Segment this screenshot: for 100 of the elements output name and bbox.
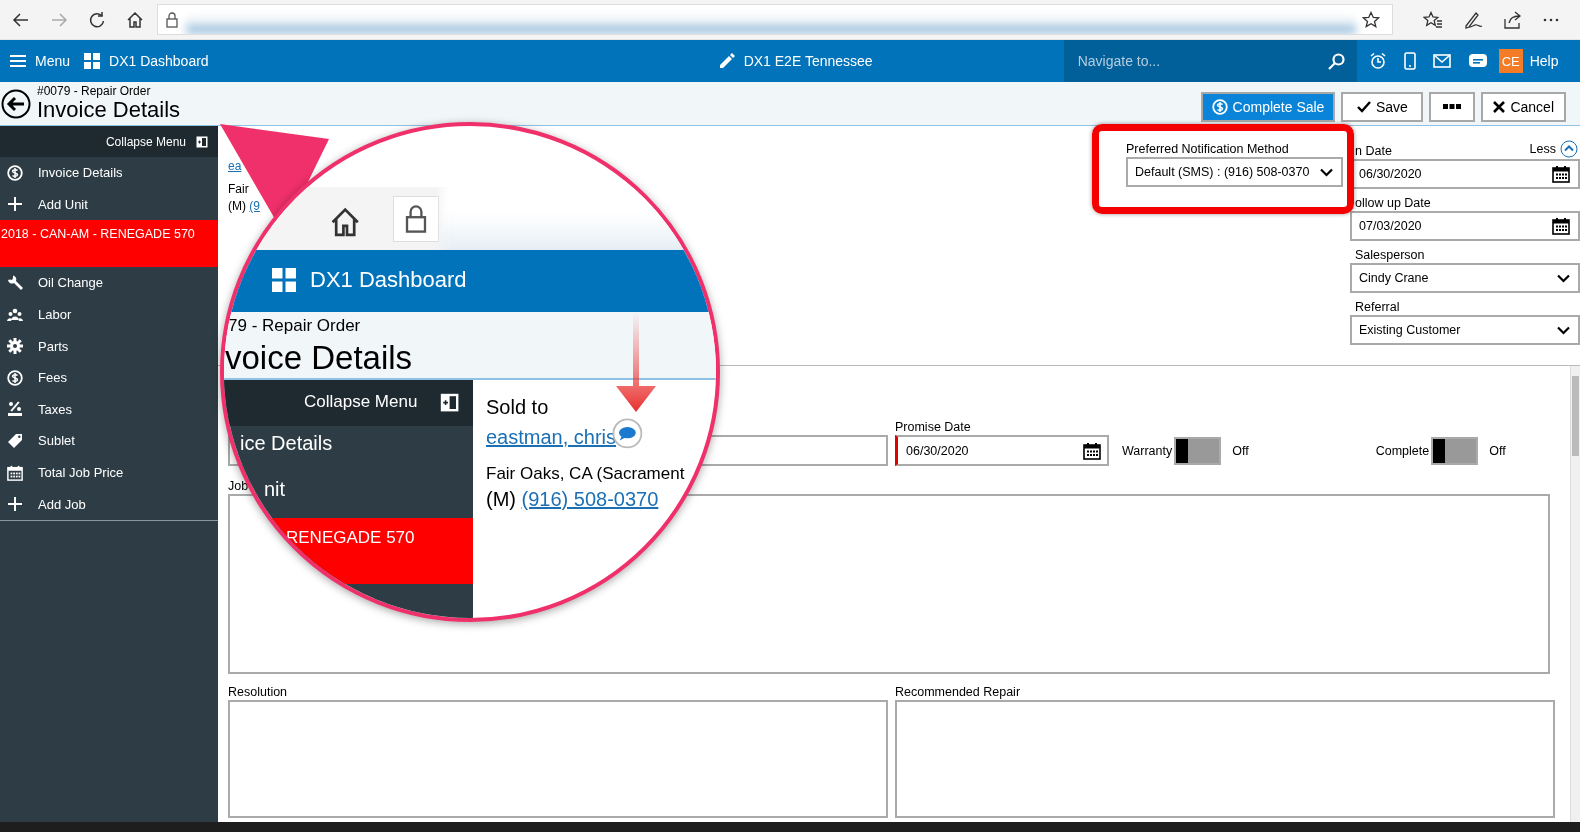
plus-icon <box>7 196 23 213</box>
phone-link[interactable]: (916) 508-0370 <box>521 488 659 510</box>
dropdown[interactable]: Existing Customer <box>1350 315 1580 345</box>
customer-city: Fair <box>228 182 249 196</box>
favorites-icon[interactable] <box>1423 10 1443 29</box>
chat-icon[interactable] <box>1467 53 1488 69</box>
percent-icon <box>7 401 23 418</box>
alarm-icon[interactable] <box>1368 52 1387 70</box>
toggle-label: Complete <box>1375 443 1430 458</box>
sidebar-item[interactable]: Labor <box>0 298 218 331</box>
field-label: Referral <box>1355 300 1400 314</box>
collapse-icon[interactable] <box>196 135 208 148</box>
tag-icon <box>7 432 23 449</box>
sidebar-item[interactable]: Parts <box>0 330 218 362</box>
customer-link[interactable]: ea <box>228 159 242 173</box>
scrollbar[interactable] <box>1570 366 1580 822</box>
complete-sale-button[interactable]: Complete Sale <box>1200 91 1336 122</box>
collapse-menu-bar[interactable]: Collapse Menu <box>0 126 218 157</box>
mail-icon[interactable] <box>1432 54 1451 68</box>
date-field[interactable]: 07/03/2020 <box>1350 211 1580 241</box>
toggle-switch[interactable] <box>1174 436 1222 465</box>
wrench-icon <box>7 275 23 291</box>
field-label: Recommended Repair <box>895 685 1021 699</box>
sidebar-item[interactable]: Fees <box>0 361 218 394</box>
customer-phone: (M) (916) 508-0370 <box>486 488 659 511</box>
record-subtitle: 79 - Repair Order <box>228 316 361 336</box>
field-label: Preferred Notification Method <box>1126 142 1289 156</box>
toggle-label: Warranty <box>1122 443 1173 458</box>
sold-to-label: Sold to <box>486 396 549 419</box>
back-icon[interactable] <box>1 88 31 119</box>
sidebar-item[interactable]: Total Job Price <box>0 456 218 489</box>
dollar-icon <box>1211 98 1228 115</box>
help-link[interactable]: Help <box>1529 53 1559 69</box>
chevron-icon <box>1557 325 1570 335</box>
location-name: DX1 E2E Tennessee <box>743 53 873 69</box>
customer-phone: (M) (9 <box>228 199 260 213</box>
sidebar-item: nit <box>264 478 286 501</box>
sidebar-item[interactable]: Add Unit <box>0 188 218 221</box>
refresh-icon[interactable] <box>88 10 106 29</box>
collapse-menu-label: Collapse Menu <box>304 392 418 412</box>
dropdown[interactable]: Cindy Crane <box>1350 263 1580 293</box>
sidebar-item[interactable]: Invoice Details <box>0 157 218 189</box>
cancel-button[interactable]: Cancel <box>1481 91 1566 122</box>
date-field[interactable]: 06/30/2020 <box>895 435 1109 466</box>
calendar-icon[interactable] <box>1552 217 1570 235</box>
phone-icon[interactable] <box>1403 52 1416 70</box>
phone-link[interactable]: (9 <box>249 199 260 213</box>
close-icon <box>1493 100 1506 113</box>
toggle-switch[interactable] <box>1431 436 1479 465</box>
less-link[interactable]: Less <box>1529 142 1556 156</box>
check-icon <box>1356 100 1371 113</box>
sidebar-item[interactable]: Sublet <box>0 425 218 457</box>
field-label: Job <box>228 479 249 493</box>
sidebar-item[interactable]: Oil Change <box>0 267 218 299</box>
gear-icon <box>7 338 23 355</box>
chevron-icon <box>1557 273 1570 283</box>
page-title: voice Details <box>225 339 413 377</box>
dollar-icon <box>7 369 23 386</box>
customer-link[interactable]: eastman, chris <box>486 426 617 449</box>
home-icon[interactable] <box>126 10 144 29</box>
people-icon <box>7 307 23 322</box>
star-icon[interactable] <box>1362 11 1380 29</box>
field-label: ollow up Date <box>1355 196 1431 210</box>
field-label: Salesperson <box>1355 248 1425 262</box>
calendar-icon[interactable] <box>1552 165 1570 183</box>
save-button[interactable]: Save <box>1341 91 1424 122</box>
lock-icon <box>166 11 178 28</box>
sidebar-item[interactable]: Add Job <box>0 488 218 520</box>
record-subtitle: #0079 - Repair Order <box>37 83 152 98</box>
more-button[interactable] <box>1429 91 1476 122</box>
unit-item: RENEGADE 570 <box>286 528 415 548</box>
collapse-up-icon[interactable] <box>1560 140 1578 158</box>
navigate-field[interactable]: Navigate to... <box>1063 40 1357 82</box>
chevron-icon <box>1320 167 1333 177</box>
menu-icon[interactable] <box>10 54 26 68</box>
share-icon[interactable] <box>1503 10 1523 29</box>
toggle-state: Off <box>1489 443 1506 458</box>
page-title: Invoice Details <box>37 97 181 122</box>
dashboard-icon <box>272 268 296 292</box>
field-label: Promise Date <box>895 420 971 434</box>
lock-icon <box>405 204 427 234</box>
plus-icon <box>7 496 23 513</box>
calendar-icon <box>7 463 23 482</box>
search-icon[interactable] <box>1327 52 1345 70</box>
customer-city: Fair Oaks, CA (Sacrament <box>486 464 685 484</box>
pencil-icon[interactable] <box>718 53 735 69</box>
dots-icon <box>1443 104 1462 109</box>
sidebar-item: ice Details <box>240 432 333 455</box>
menu-label[interactable]: Menu <box>35 53 71 69</box>
toggle-state: Off <box>1232 443 1249 458</box>
sidebar-item[interactable]: Taxes <box>0 393 218 426</box>
dollar-icon <box>7 164 23 181</box>
unit-item[interactable]: 2018 - CAN-AM - RENEGADE 570 <box>0 220 218 268</box>
calendar-icon[interactable] <box>1083 441 1101 460</box>
dashboard-icon[interactable] <box>84 53 101 69</box>
dashboard-link[interactable]: DX1 Dashboard <box>109 53 209 69</box>
pen-icon[interactable] <box>1463 10 1483 29</box>
field-label: n Date <box>1355 144 1392 158</box>
notification-dropdown[interactable]: Default (SMS) : (916) 508-0370 <box>1126 157 1343 187</box>
field-label: Resolution <box>228 685 288 699</box>
